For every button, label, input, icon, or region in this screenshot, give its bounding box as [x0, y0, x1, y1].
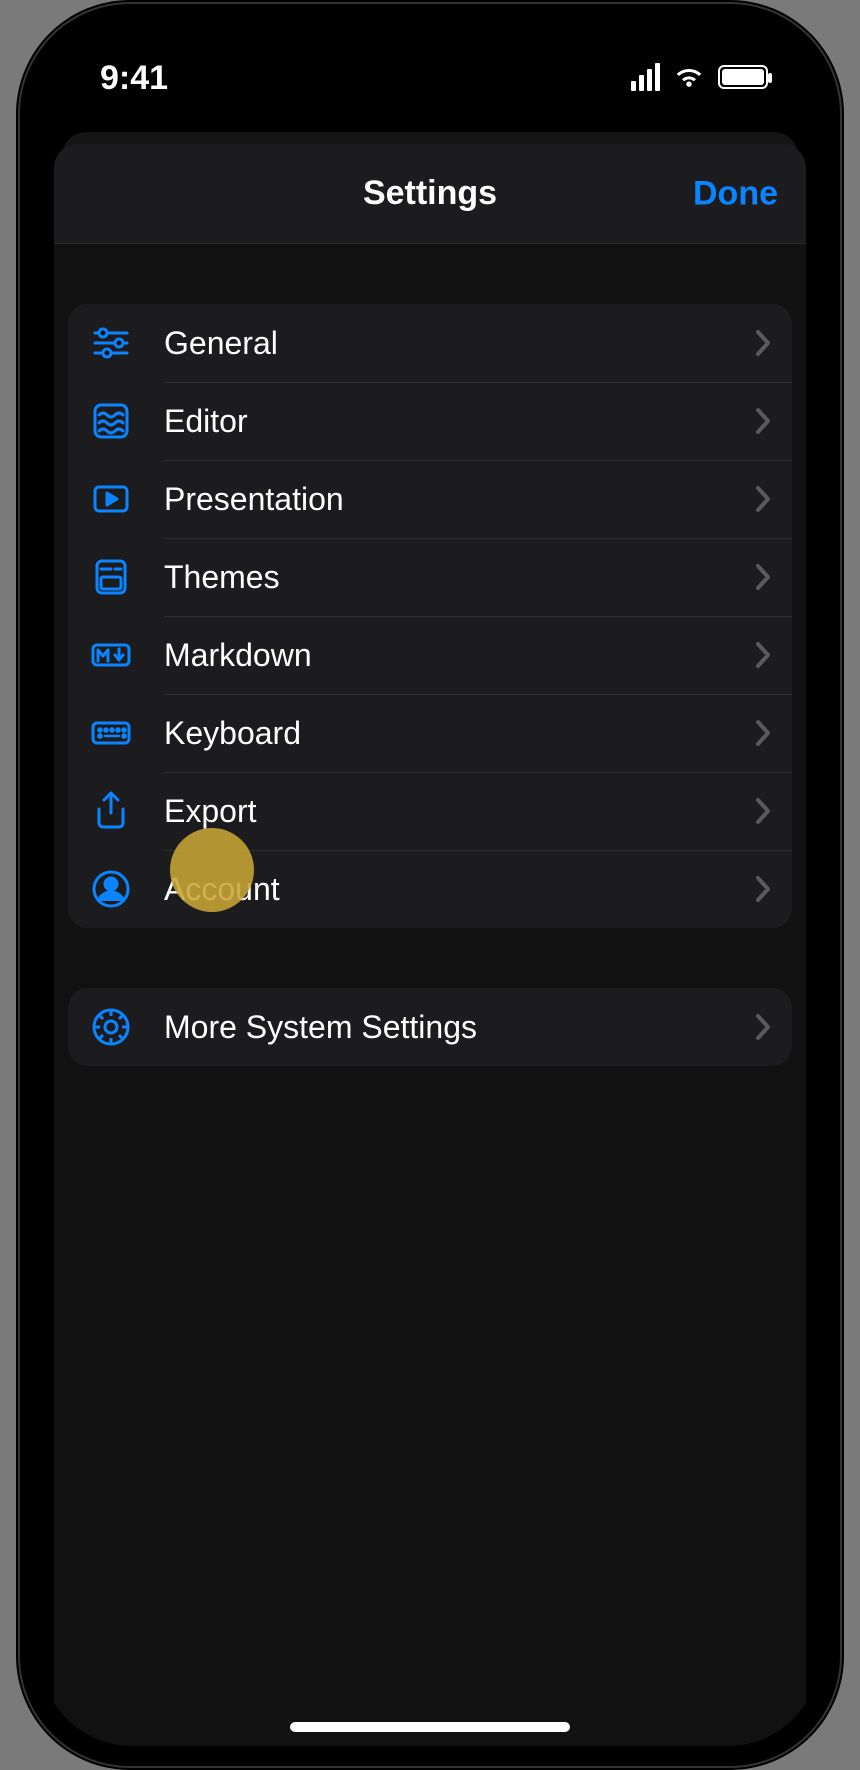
- share-icon: [84, 784, 138, 838]
- settings-row-editor[interactable]: Editor: [68, 382, 792, 460]
- settings-row-themes[interactable]: Themes: [68, 538, 792, 616]
- settings-group-main: General Editor: [68, 304, 792, 928]
- chevron-right-icon: [754, 1012, 772, 1042]
- chevron-right-icon: [754, 640, 772, 670]
- cellular-signal-icon: [631, 63, 660, 91]
- status-icons: [631, 57, 768, 91]
- sliders-icon: [84, 316, 138, 370]
- settings-content: General Editor: [54, 244, 806, 1066]
- status-bar: 9:41: [40, 24, 820, 124]
- settings-row-export[interactable]: Export: [68, 772, 792, 850]
- markdown-icon: [84, 628, 138, 682]
- chevron-right-icon: [754, 406, 772, 436]
- settings-row-more-system[interactable]: More System Settings: [68, 988, 792, 1066]
- row-label: Account: [164, 871, 754, 908]
- screen: 9:41 Settings Done: [40, 24, 820, 1746]
- page-title: Settings: [363, 174, 497, 213]
- settings-row-account[interactable]: Account: [68, 850, 792, 928]
- keyboard-icon: [84, 706, 138, 760]
- settings-row-presentation[interactable]: Presentation: [68, 460, 792, 538]
- row-label: Editor: [164, 403, 754, 440]
- chevron-right-icon: [754, 874, 772, 904]
- chevron-right-icon: [754, 484, 772, 514]
- chevron-right-icon: [754, 796, 772, 826]
- row-label: Presentation: [164, 481, 754, 518]
- wave-box-icon: [84, 394, 138, 448]
- gear-icon: [84, 1000, 138, 1054]
- row-label: General: [164, 325, 754, 362]
- settings-group-system: More System Settings: [68, 988, 792, 1066]
- settings-sheet: Settings Done General: [54, 144, 806, 1746]
- chevron-right-icon: [754, 562, 772, 592]
- settings-row-general[interactable]: General: [68, 304, 792, 382]
- home-indicator[interactable]: [290, 1722, 570, 1732]
- device-frame: 9:41 Settings Done: [20, 4, 840, 1766]
- battery-icon: [718, 65, 768, 89]
- settings-row-markdown[interactable]: Markdown: [68, 616, 792, 694]
- row-label: Themes: [164, 559, 754, 596]
- row-label: Export: [164, 793, 754, 830]
- row-label: More System Settings: [164, 1009, 754, 1046]
- done-button[interactable]: Done: [693, 174, 778, 213]
- row-label: Keyboard: [164, 715, 754, 752]
- wifi-icon: [672, 64, 706, 90]
- chevron-right-icon: [754, 718, 772, 748]
- row-label: Markdown: [164, 637, 754, 674]
- settings-row-keyboard[interactable]: Keyboard: [68, 694, 792, 772]
- chevron-right-icon: [754, 328, 772, 358]
- theme-icon: [84, 550, 138, 604]
- status-time: 9:41: [100, 51, 631, 98]
- account-icon: [84, 862, 138, 916]
- nav-bar: Settings Done: [54, 144, 806, 244]
- play-box-icon: [84, 472, 138, 526]
